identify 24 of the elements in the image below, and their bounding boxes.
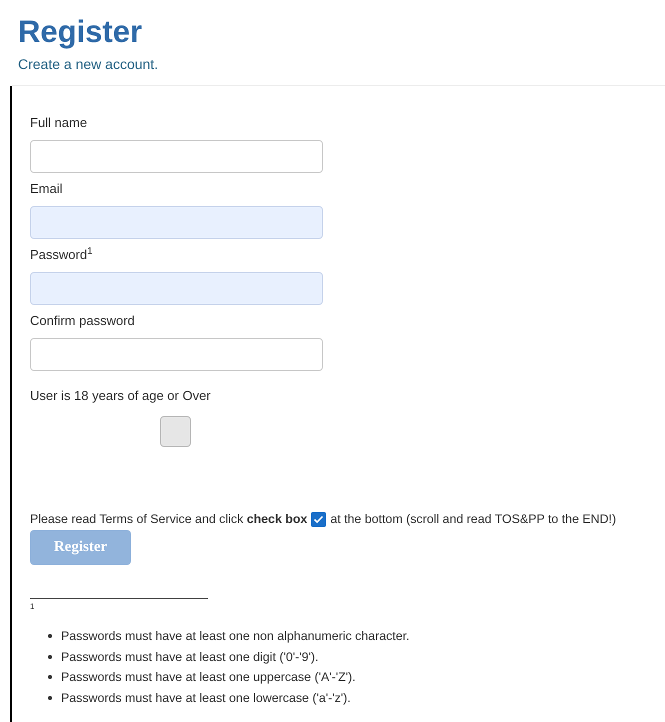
- input-field[interactable]: [30, 272, 323, 305]
- bullet-icon: [48, 675, 52, 680]
- field-label: Email: [30, 181, 63, 197]
- field-label: Confirm password: [30, 313, 135, 329]
- checkbox[interactable]: [160, 416, 191, 447]
- checkbox-label: User is 18 years of age or Over: [30, 388, 211, 404]
- bullet-icon: [48, 654, 52, 659]
- input-field[interactable]: [30, 206, 323, 239]
- footnote-item: Passwords must have at least one digit ('0'-'9').: [61, 648, 318, 666]
- footnote-item: Passwords must have at least one non alphanumeric character.: [61, 628, 410, 645]
- footnote-item: Passwords must have at least one uppercase ('A'-'Z').: [61, 669, 356, 686]
- page-title: Register: [18, 14, 142, 50]
- input-field[interactable]: [30, 338, 323, 371]
- notice-text: Please read Terms of Service and click check box: [30, 511, 308, 527]
- checkbox-checked-icon: [311, 512, 326, 526]
- page-subtitle: Create a new account.: [18, 55, 158, 74]
- footnote-item: Passwords must have at least one lowercase ('a'-'z').: [61, 690, 351, 707]
- field-label: Full name: [30, 115, 88, 131]
- input-field[interactable]: [30, 140, 323, 173]
- notice-text: at the bottom (scroll and read TOS&PP to the END!): [330, 511, 616, 527]
- bullet-icon: [48, 696, 52, 700]
- bullet-icon: [48, 634, 52, 638]
- field-label: Password$^{1}$: [30, 247, 93, 263]
- footnote-mark: 1: [30, 602, 34, 612]
